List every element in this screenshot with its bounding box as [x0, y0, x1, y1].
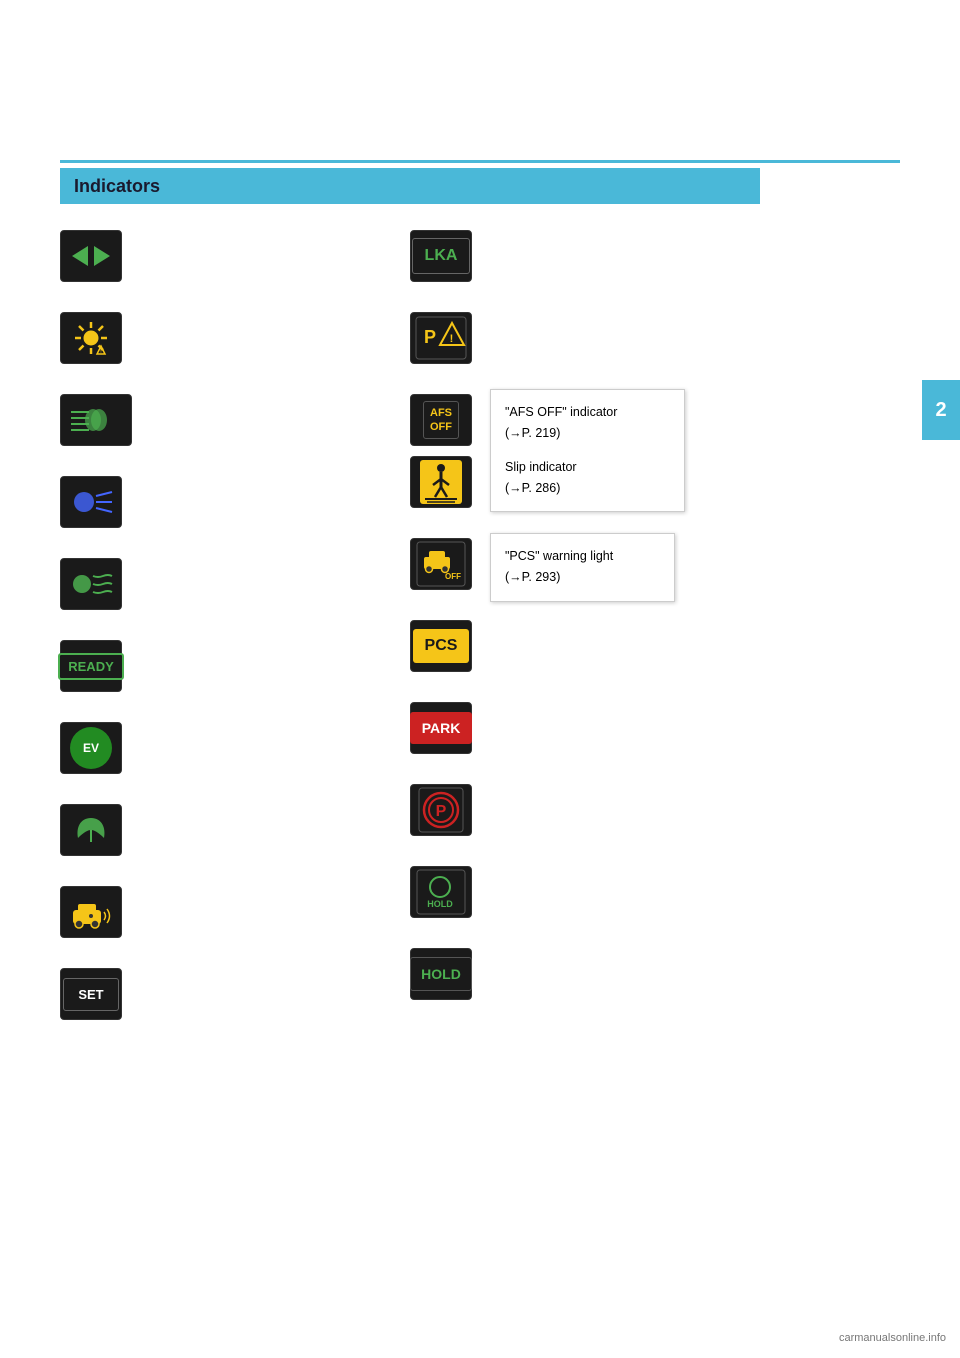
indicator-caroff: OFF "PCS" warning light (→P. 293) [410, 538, 810, 590]
eco-box [60, 804, 122, 856]
frontfog-box [60, 558, 122, 610]
indicator-holdsolid: HOLD [410, 948, 810, 1000]
pcs-tooltip: "PCS" warning light (→P. 293) [490, 533, 675, 602]
pcircle-box-container: P [410, 784, 472, 836]
svg-text:HOLD: HOLD [427, 899, 453, 909]
holdsolid-box-container: HOLD [410, 948, 472, 1000]
headlight-icon [67, 402, 125, 438]
holdcircle-icon: HOLD [416, 869, 466, 915]
indicator-set: SET [60, 968, 320, 1020]
svg-text:P: P [424, 327, 436, 347]
indicator-turn-signal [60, 230, 320, 282]
indicator-afsoff: AFSOFF "AFS OFF" indicator (→P. 219) Sli… [410, 394, 810, 446]
indicator-pma: P ! [410, 312, 810, 364]
watermark-text: carmanualsonline.info [839, 1332, 946, 1344]
section-header: Indicators [60, 168, 760, 204]
holdsolid-text: HOLD [410, 957, 472, 991]
svg-text:P: P [436, 803, 447, 820]
indicator-pcs: PCS [410, 620, 810, 672]
page-container: Indicators 2 [0, 0, 960, 1358]
set-text: SET [63, 978, 118, 1011]
ready-text: READY [58, 653, 124, 680]
highbeam-icon [68, 484, 114, 520]
indicator-sun: ! [60, 312, 320, 364]
caroff-box-container: OFF [410, 538, 472, 590]
set-box-container: SET [60, 968, 122, 1020]
lka-text: LKA [412, 238, 471, 274]
pcs-box-container: PCS [410, 620, 472, 672]
tooltip-pcs-line2: (→P. 293) [505, 567, 660, 588]
tooltip-slip-line1: Slip indicator [505, 457, 670, 478]
sun-box: ! [60, 312, 122, 364]
indicator-eco [60, 804, 320, 856]
pcs-text: PCS [413, 629, 470, 663]
top-line [60, 160, 900, 163]
slip-icon [419, 459, 463, 505]
park-box-container: PARK [410, 702, 472, 754]
frontfog-icon [68, 566, 114, 602]
sun-icon: ! [73, 320, 109, 356]
tooltip-slip-line2: (→P. 286) [505, 478, 670, 499]
arrow-left-icon [72, 246, 88, 266]
afsoff-text: AFSOFF [423, 401, 459, 440]
tooltip-afs-line2: (→P. 219) [505, 423, 670, 444]
pcircle-icon: P [418, 787, 464, 833]
tooltip-spacer [505, 445, 670, 457]
headlight-box [60, 394, 132, 446]
arrow-right-icon [94, 246, 110, 266]
eco-icon [70, 812, 112, 848]
ev-icon: EV [70, 727, 112, 769]
tooltip-pcs-line1: "PCS" warning light [505, 546, 660, 567]
afsoff-box-container: AFSOFF [410, 394, 472, 446]
indicator-holdcircle: HOLD [410, 866, 810, 918]
indicator-ev: EV [60, 722, 320, 774]
svg-text:!: ! [450, 333, 454, 345]
caroff-icon: OFF [416, 541, 466, 587]
indicator-camera [60, 886, 320, 938]
pma-box-container: P ! [410, 312, 472, 364]
section-title: Indicators [74, 176, 160, 197]
lka-box-container: LKA [410, 230, 472, 282]
highbeam-box [60, 476, 122, 528]
pma-icon: P ! [414, 315, 468, 361]
indicator-highbeam [60, 476, 320, 528]
left-column: ! [60, 230, 320, 1050]
side-tab-number: 2 [922, 380, 960, 440]
camera-icon [69, 894, 113, 930]
indicator-ready: READY [60, 640, 320, 692]
ready-box-container: READY [60, 640, 122, 692]
indicator-park: PARK [410, 702, 810, 754]
indicator-headlights [60, 394, 320, 446]
tooltip-afs-line1: "AFS OFF" indicator [505, 402, 670, 423]
ev-box-container: EV [60, 722, 122, 774]
indicator-frontfog [60, 558, 320, 610]
svg-text:OFF: OFF [445, 572, 461, 581]
park-text: PARK [410, 712, 473, 744]
indicator-lka: LKA [410, 230, 810, 282]
camera-box [60, 886, 122, 938]
slip-box-container [410, 456, 472, 508]
indicator-pcircle: P [410, 784, 810, 836]
afsoff-tooltip: "AFS OFF" indicator (→P. 219) Slip indic… [490, 389, 685, 512]
arrow-indicator [72, 246, 110, 266]
holdcircle-box-container: HOLD [410, 866, 472, 918]
right-column: LKA P ! AFSOFF [410, 230, 810, 1030]
turn-signal-box [60, 230, 122, 282]
